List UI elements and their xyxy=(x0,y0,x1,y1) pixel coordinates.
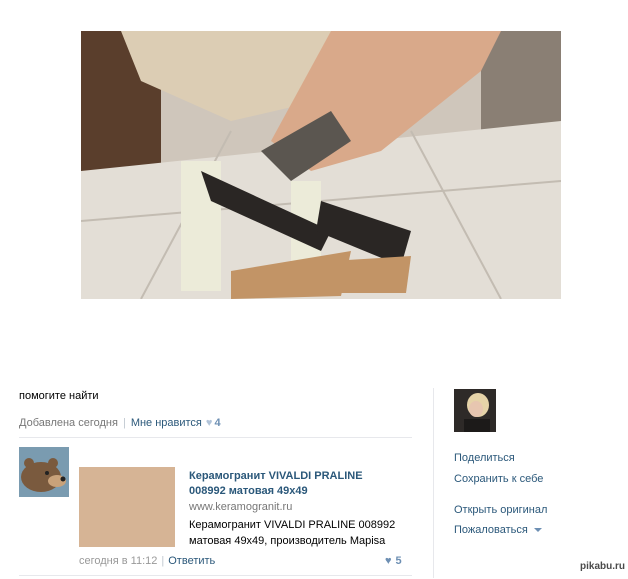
comment-like[interactable]: ♥ 5 xyxy=(385,555,402,567)
comment-time: сегодня в 11:12 xyxy=(79,555,158,567)
chevron-down-icon[interactable] xyxy=(533,528,542,533)
meta-separator: | xyxy=(161,555,165,567)
divider xyxy=(19,437,412,438)
post-text: помогите найти xyxy=(19,390,99,402)
share-link[interactable]: Поделиться xyxy=(454,452,515,464)
like-count: 4 xyxy=(214,417,221,429)
heart-icon[interactable]: ♥ xyxy=(206,417,213,429)
author-avatar[interactable] xyxy=(454,389,496,432)
comment-meta: сегодня в 11:12 | Ответить xyxy=(79,555,215,567)
post-date: Добавлена сегодня xyxy=(19,417,118,429)
divider xyxy=(19,575,412,576)
link-description: Керамогранит VIVALDI PRALINE 008992 мато… xyxy=(189,519,396,547)
post-meta: Добавлена сегодня | Мне нравится ♥ 4 xyxy=(19,417,221,429)
watermark: pikabu.ru xyxy=(580,561,626,572)
reply-button[interactable]: Ответить xyxy=(168,555,215,567)
comment-like-count: 5 xyxy=(395,555,402,567)
link-preview-image[interactable] xyxy=(79,467,175,547)
save-link[interactable]: Сохранить к себе xyxy=(454,473,543,485)
open-original-link[interactable]: Открыть оригинал xyxy=(454,504,547,516)
sidebar-separator xyxy=(433,388,434,578)
link-title[interactable]: Керамогранит VIVALDI PRALINE 008992 мато… xyxy=(189,469,399,499)
post-photo[interactable] xyxy=(81,31,561,299)
report-menu[interactable]: Пожаловаться xyxy=(454,524,542,536)
commenter-avatar[interactable] xyxy=(19,447,69,497)
report-label[interactable]: Пожаловаться xyxy=(454,524,528,536)
heart-icon[interactable]: ♥ xyxy=(385,555,392,567)
meta-separator: | xyxy=(122,417,126,429)
like-button[interactable]: Мне нравится xyxy=(131,417,202,429)
link-domain: www.keramogranit.ru xyxy=(189,501,293,513)
